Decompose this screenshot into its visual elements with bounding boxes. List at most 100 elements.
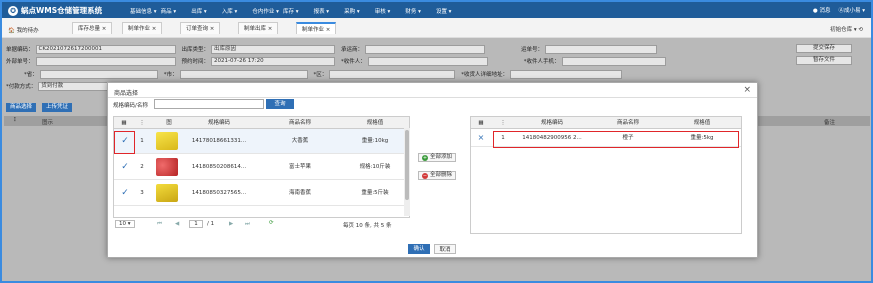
top-navbar: ✪ 蜗点WMS仓储管理系统 基础信息 ▾ 商品 ▾ 出库 ▾ 入库 ▾ 仓内作业…: [2, 2, 871, 18]
col-spec-header: 规格值: [693, 120, 711, 126]
row-index: 2: [140, 164, 144, 170]
prev-page-icon[interactable]: ◀: [175, 221, 179, 227]
tab-bar: 🏠 我的待办 库存总量 × 制单作业 × 订单查询 × 制单出库 × 制单作业 …: [2, 18, 871, 38]
grid-layout-icon[interactable]: ▦: [116, 117, 132, 129]
city-label: *市：: [163, 72, 178, 78]
district-select[interactable]: [329, 69, 456, 79]
carrier-select[interactable]: [365, 44, 486, 54]
add-all-button[interactable]: + 全部添加: [418, 153, 457, 162]
tab-order-query[interactable]: 订单查询 ×: [180, 22, 221, 34]
receiver-field[interactable]: [367, 56, 488, 66]
highlight-box: [493, 131, 739, 148]
submit-button[interactable]: 提交保存: [796, 44, 852, 53]
pay-select[interactable]: 货到付款: [38, 81, 109, 91]
table-row[interactable]: ✓ 3 14180850327565... 海南香蕉 重量:5斤装: [114, 181, 409, 206]
menu-item-goods[interactable]: 商品 ▾: [161, 7, 192, 15]
cancel-button[interactable]: 取消: [434, 244, 456, 254]
tab-home[interactable]: 🏠 我的待办: [8, 26, 39, 34]
banana-thumbnail: [156, 184, 178, 202]
address-field[interactable]: [510, 69, 623, 79]
scrollbar-thumb[interactable]: [405, 130, 409, 200]
pay-label: *付款方式：: [6, 84, 37, 90]
logo-icon: ✪: [8, 5, 18, 16]
col-name-header: 商品名称: [288, 120, 311, 126]
goods-code: 14178018661331...: [191, 138, 247, 144]
waybill-field[interactable]: [545, 44, 658, 54]
minus-icon: −: [422, 172, 428, 179]
search-input[interactable]: [154, 99, 264, 109]
checkbox[interactable]: ✓: [116, 181, 134, 206]
select-goods-button[interactable]: 商品选择: [6, 103, 37, 112]
column-menu-icon[interactable]: ⋮: [497, 117, 509, 129]
tab-order-outbound[interactable]: 制单出库 ×: [238, 22, 279, 34]
menu-item-basic[interactable]: 基础信息 ▾: [130, 7, 161, 15]
table-row[interactable]: ✓ 1 14178018661331... 大香蕉 重量:10kg: [114, 129, 409, 154]
menu-item-settings[interactable]: 设置 ▾: [436, 7, 467, 15]
refresh-icon[interactable]: ⟳: [269, 220, 274, 226]
messages-link[interactable]: ● 消息: [813, 6, 831, 14]
goods-spec: 规格:10斤装: [359, 164, 391, 170]
checkbox[interactable]: ✓: [116, 155, 134, 180]
col-code-header: 规格编码: [540, 120, 563, 126]
col-code-header: 规格编码: [207, 120, 230, 126]
add-all-label: 全部添加: [430, 154, 453, 160]
warehouse-selector[interactable]: 初始仓库 ▾ ⟲: [830, 25, 863, 33]
menu-item-warehouse-ops[interactable]: 仓内作业 ▾: [252, 7, 283, 15]
receiver-phone-label: *收件人手机：: [523, 59, 560, 65]
main-menu: 基础信息 ▾ 商品 ▾ 出库 ▾ 入库 ▾ 仓内作业 ▾ 库存 ▾ 报表 ▾ 采…: [130, 7, 467, 15]
last-page-icon[interactable]: ⏭: [245, 221, 250, 228]
form-row-4: *付款方式： 货到付款: [6, 81, 114, 91]
goods-name: 海南香蕉: [288, 190, 311, 196]
grid-scrollbar[interactable]: [404, 128, 410, 216]
menu-item-inventory[interactable]: 库存 ▾: [283, 7, 314, 15]
menu-item-reports[interactable]: 报表 ▾: [314, 7, 345, 15]
menu-item-finance[interactable]: 财务 ▾: [405, 7, 436, 15]
column-menu-icon[interactable]: ⋮: [136, 117, 148, 129]
delete-icon[interactable]: ×: [473, 129, 489, 147]
user-menu[interactable]: Ⓐ成小易 ▾: [838, 6, 865, 14]
draft-button[interactable]: 暂存文件: [796, 56, 852, 65]
search-button[interactable]: 查询: [266, 99, 294, 109]
time-field[interactable]: 2021-07-26 17:20: [211, 56, 336, 66]
remove-all-button[interactable]: − 全部删除: [418, 171, 457, 180]
goods-name: 富士苹果: [288, 164, 311, 170]
modal-title: 商品选择: [114, 90, 139, 97]
receiver-phone-field[interactable]: [561, 56, 666, 66]
modal-divider: [108, 97, 757, 98]
first-page-icon[interactable]: ⏮: [157, 221, 162, 228]
type-select[interactable]: 出库原因: [211, 44, 336, 54]
top-right-tools: ● 消息 Ⓐ成小易 ▾: [813, 6, 865, 14]
order-no-field[interactable]: CK2021072617200001: [35, 44, 176, 54]
menu-item-inbound[interactable]: 入库 ▾: [222, 7, 253, 15]
grid-layout-icon[interactable]: ▦: [473, 117, 489, 129]
page-number-input[interactable]: 1: [189, 220, 203, 228]
col-image-header: 图: [166, 120, 172, 126]
row-index: 1: [140, 138, 144, 144]
page-size-select[interactable]: 10 ▾: [115, 220, 135, 228]
source-grid-header: ▦ ⋮ 图 规格编码 商品名称 规格值: [114, 117, 409, 129]
banana-thumbnail: [156, 132, 178, 150]
next-page-icon[interactable]: ▶: [229, 221, 233, 227]
column-menu-icon[interactable]: ⋮: [12, 117, 18, 123]
menu-item-audit[interactable]: 审核 ▾: [375, 7, 406, 15]
city-select[interactable]: [179, 69, 308, 79]
page-info: 每页 10 条, 共 5 条: [343, 223, 392, 229]
ext-no-field[interactable]: [35, 56, 176, 66]
tab-order-work-active[interactable]: 制单作业 ×: [296, 22, 337, 34]
menu-item-outbound[interactable]: 出库 ▾: [191, 7, 222, 15]
tab-order-work[interactable]: 制单作业 ×: [122, 22, 163, 34]
table-row[interactable]: ✓ 2 14180850208614... 富士苹果 规格:10斤装: [114, 155, 409, 180]
province-select[interactable]: [39, 69, 158, 79]
app-title: 蜗点WMS仓储管理系统: [21, 6, 103, 15]
app-brand[interactable]: ✪ 蜗点WMS仓储管理系统: [8, 5, 102, 16]
upload-button[interactable]: 上传凭证: [42, 103, 73, 112]
goods-spec: 重量:5斤装: [361, 190, 389, 196]
close-icon[interactable]: ×: [743, 85, 751, 95]
tab-inventory-total[interactable]: 库存总量 ×: [72, 22, 113, 34]
confirm-button[interactable]: 确认: [408, 244, 430, 254]
col-image: 图示: [42, 120, 54, 126]
waybill-label: 运单号：: [521, 47, 544, 53]
plus-icon: +: [422, 154, 428, 161]
menu-item-purchase[interactable]: 采购 ▾: [344, 7, 375, 15]
form-row-3: *省： *市： *区： *收货人详细地址：: [6, 69, 628, 79]
